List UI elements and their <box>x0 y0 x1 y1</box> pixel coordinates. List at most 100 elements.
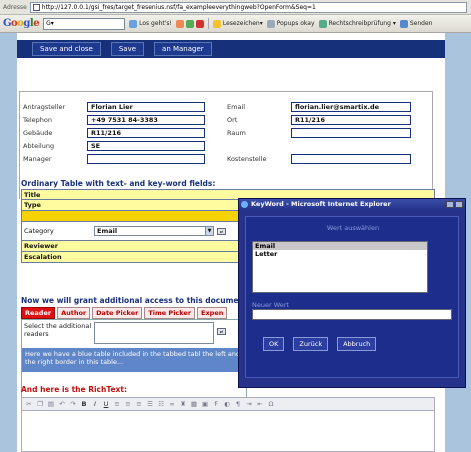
url-field[interactable]: http://127.0.0.1/gsi_fres/target_freseni… <box>29 1 467 13</box>
star-icon <box>212 19 221 28</box>
gebaeude-label: Gebäude <box>23 128 53 137</box>
tab-author[interactable]: Author <box>57 307 91 319</box>
kostenstelle-label: Kostenstelle <box>227 154 267 163</box>
align-left-icon[interactable]: ≡ <box>113 400 121 408</box>
save-button[interactable]: Save <box>110 42 145 56</box>
ie-icon <box>241 201 248 208</box>
paste-icon[interactable]: ▤ <box>47 400 55 408</box>
address-label: Adresse <box>3 3 27 11</box>
email-field[interactable]: florian.lier@smartix.de <box>291 101 411 112</box>
popups-button[interactable]: Popups okay <box>266 19 315 28</box>
color-icon[interactable]: ◐ <box>223 400 231 408</box>
google-go-button[interactable]: Los geht's! <box>129 19 172 28</box>
tab-time-picker[interactable]: Time Picker <box>144 307 196 319</box>
page-icon <box>32 3 40 11</box>
check-icon <box>318 19 327 28</box>
dialog-titlebar[interactable]: KeyWord - Microsoft Internet Explorer <box>239 199 465 210</box>
email-label: Email <box>227 102 246 111</box>
new-value-input[interactable] <box>252 309 452 320</box>
manager-label: Manager <box>23 154 52 163</box>
ok-button[interactable]: OK <box>263 337 285 351</box>
close-icon[interactable] <box>455 201 463 208</box>
category-label: Category <box>24 227 54 235</box>
access-title: Now we will grant additional access to t… <box>21 296 239 305</box>
send-icon <box>399 19 408 28</box>
action-bar: Save and close Save an Manager <box>17 40 445 58</box>
manager-button[interactable]: an Manager <box>154 42 212 56</box>
telephon-label: Telephon <box>23 115 53 124</box>
bullet-list-icon[interactable]: ☰ <box>146 400 154 408</box>
format-icon[interactable]: ¶ <box>234 400 242 408</box>
category-keyword-button[interactable]: ⇄ <box>217 227 226 235</box>
chevron-down-icon: ▼ <box>205 227 213 235</box>
align-center-icon[interactable]: ≡ <box>124 400 132 408</box>
url-text: http://127.0.0.1/gsi_fres/target_freseni… <box>41 3 316 11</box>
abteilung-field[interactable]: SE <box>87 140 205 151</box>
copy-icon[interactable]: ❐ <box>36 400 44 408</box>
pagerank-icons[interactable] <box>175 19 204 28</box>
cut-icon[interactable]: ✂ <box>25 400 33 408</box>
font-icon[interactable]: Ꞙ <box>212 400 220 408</box>
richtext-editor[interactable] <box>21 411 435 452</box>
readers-picker-button[interactable]: ⇄ <box>217 328 226 335</box>
ort-label: Ort <box>227 115 238 124</box>
keyword-list[interactable]: Email Letter <box>252 241 428 293</box>
dialog-title: KeyWord - Microsoft Internet Explorer <box>251 200 391 208</box>
google-search-icon <box>129 19 138 28</box>
find-icon[interactable]: ♜ <box>179 400 187 408</box>
minimize-icon[interactable] <box>446 201 454 208</box>
image-icon[interactable]: ▣ <box>201 400 209 408</box>
outdent-icon[interactable]: ⇤ <box>256 400 264 408</box>
raum-label: Raum <box>227 128 246 137</box>
number-list-icon[interactable]: ☷ <box>157 400 165 408</box>
list-item[interactable]: Email <box>253 242 427 250</box>
undo-icon[interactable]: ↶ <box>58 400 66 408</box>
google-logo: Google <box>3 18 40 29</box>
abteilung-label: Abteilung <box>23 141 55 150</box>
send-button[interactable]: Senden <box>399 19 432 28</box>
back-button[interactable]: Zurück <box>293 337 329 351</box>
dialog-heading: Wert auswählen <box>326 224 380 232</box>
blue-table-text: Here we have a blue table included in th… <box>22 348 246 372</box>
dialog-body: Wert auswählen Email Letter Neuer Wert O… <box>245 216 459 378</box>
tab-expenses[interactable]: Expen <box>197 307 228 319</box>
underline-icon[interactable]: U <box>102 400 110 408</box>
align-right-icon[interactable]: ≡ <box>135 400 143 408</box>
richtext-title: And here is the RichText: <box>21 385 127 394</box>
google-toolbar: Google G▾ Los geht's! Lesezeichen▾ Popup… <box>0 15 471 33</box>
readers-field[interactable] <box>94 322 214 344</box>
link-icon[interactable]: ∞ <box>168 400 176 408</box>
category-select[interactable]: Email ▼ <box>94 226 214 236</box>
indent-icon[interactable]: ⇥ <box>245 400 253 408</box>
italic-icon[interactable]: I <box>91 400 99 408</box>
cancel-button[interactable]: Abbruch <box>337 337 377 351</box>
save-close-button[interactable]: Save and close <box>32 42 101 56</box>
kostenstelle-field[interactable] <box>291 153 411 164</box>
table-icon[interactable]: ▦ <box>190 400 198 408</box>
tab-date-picker[interactable]: Date Picker <box>92 307 143 319</box>
new-value-label: Neuer Wert <box>252 301 289 309</box>
google-search-input[interactable]: G▾ <box>43 17 126 30</box>
list-item[interactable]: Letter <box>253 250 427 258</box>
gebaeude-field[interactable]: R11/216 <box>87 127 205 138</box>
ort-field[interactable]: R11/216 <box>291 114 411 125</box>
telephon-field[interactable]: +49 7531 84-3383 <box>87 114 205 125</box>
address-bar: Adresse http://127.0.0.1/gsi_fres/target… <box>0 0 471 15</box>
antragsteller-label: Antragsteller <box>23 102 66 111</box>
raum-field[interactable] <box>291 127 411 138</box>
bold-icon[interactable]: B <box>80 400 88 408</box>
popup-icon <box>266 19 275 28</box>
bookmarks-button[interactable]: Lesezeichen▾ <box>212 19 263 28</box>
readers-row: Select the additional readers ⇄ <box>22 320 248 348</box>
ordinary-table-title: Ordinary Table with text- and key-word f… <box>21 179 216 188</box>
redo-icon[interactable]: ↷ <box>69 400 77 408</box>
tab-reader[interactable]: Reader <box>21 307 56 319</box>
special-char-icon[interactable]: Ω <box>267 400 275 408</box>
keyword-dialog: KeyWord - Microsoft Internet Explorer We… <box>238 198 466 388</box>
spellcheck-button[interactable]: Rechtschreibprüfung ▾ <box>318 19 396 28</box>
access-tabs: Reader Author Date Picker Time Picker Ex… <box>21 307 228 319</box>
richtext-toolbar: ✂ ❐ ▤ ↶ ↷ B I U ≡ ≡ ≡ ☰ ☷ ∞ ♜ ▦ ▣ Ꞙ ◐ ¶ … <box>21 397 435 411</box>
readers-label: Select the additional readers <box>24 322 92 338</box>
manager-field[interactable] <box>87 153 205 164</box>
antragsteller-field[interactable]: Florian Lier <box>87 101 205 112</box>
